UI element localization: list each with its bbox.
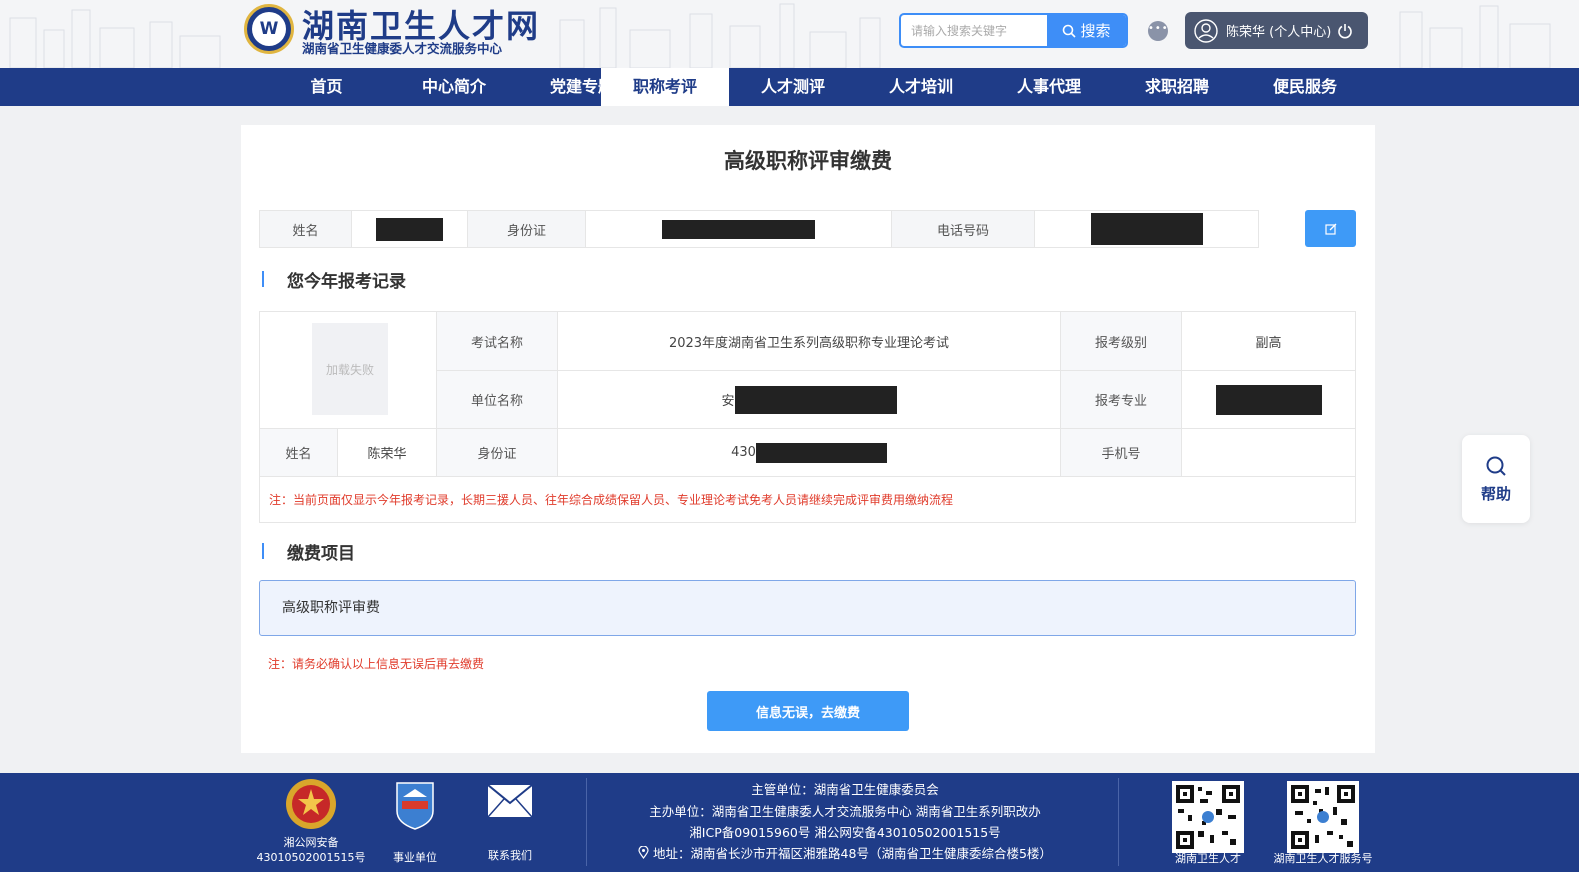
- location-pin-icon: [638, 845, 649, 859]
- record-name-label: 姓名: [260, 429, 338, 477]
- confirm-pay-button[interactable]: 信息无误，去缴费: [707, 691, 909, 731]
- contact-us-label: 联系我们: [488, 849, 532, 862]
- unit-value-prefix: 安: [721, 394, 735, 409]
- redacted-block: [376, 217, 443, 241]
- police-record-link[interactable]: 湘公网安备 43010502001515号: [256, 777, 366, 865]
- redacted-block: [1215, 384, 1322, 415]
- unit-value: 安: [558, 371, 1061, 429]
- public-institution-icon: [396, 782, 434, 830]
- logo-emblem-icon: W: [252, 12, 286, 46]
- record-id-prefix: 430: [731, 445, 756, 460]
- photo-cell: 加载失败: [260, 312, 437, 429]
- site-footer: 湘公网安备 43010502001515号 事业单位 联系我们 主管单位：湖南省…: [0, 773, 1579, 872]
- applicant-info-table: 姓名 身份证 电话号码: [259, 210, 1259, 248]
- fee-section-title: 缴费项目: [259, 539, 355, 564]
- exam-name-label: 考试名称: [437, 312, 558, 371]
- footer-divider: [586, 778, 587, 866]
- nav-item-about[interactable]: 中心简介: [390, 68, 518, 106]
- redacted-block: [734, 385, 897, 414]
- qr-label-service: 湖南卫生人才服务号: [1273, 852, 1373, 865]
- redacted-block: [662, 219, 815, 239]
- police-badge-icon: [286, 779, 336, 829]
- user-center-button[interactable]: 陈荣华 (个人中心): [1185, 12, 1368, 49]
- search-icon: [1063, 24, 1077, 38]
- info-phone-label: 电话号码: [892, 211, 1035, 247]
- unit-label: 单位名称: [437, 371, 558, 429]
- help-label: 帮助: [1480, 484, 1511, 503]
- help-button[interactable]: 帮助: [1462, 435, 1530, 523]
- qr-code-icon: [1291, 785, 1355, 849]
- power-icon[interactable]: [1337, 23, 1353, 39]
- user-name-label: 陈荣华 (个人中心): [1226, 25, 1332, 40]
- site-subtitle: 湖南省卫生健康委人才交流服务中心: [302, 41, 503, 56]
- mail-icon: [487, 784, 533, 818]
- qr-code-icon: [1176, 785, 1240, 849]
- site-logo[interactable]: W: [244, 4, 294, 54]
- qr-code-service: [1287, 781, 1359, 853]
- info-phone-value: [1035, 211, 1258, 247]
- footer-address: 地址：湖南省长沙市开福区湘雅路48号（湖南省卫生健康委综合楼5楼）: [595, 843, 1095, 862]
- applicant-photo: 加载失败: [312, 323, 388, 415]
- user-avatar-icon: [1194, 18, 1218, 43]
- police-label-line1: 湘公网安备: [283, 836, 339, 849]
- record-phone-label: 手机号: [1061, 429, 1182, 477]
- search-box: 搜索: [899, 13, 1128, 48]
- nav-item-recruitment[interactable]: 求职招聘: [1113, 68, 1241, 106]
- contact-us-link[interactable]: 联系我们: [480, 783, 540, 863]
- police-label-line2: 43010502001515号: [256, 851, 366, 864]
- search-button[interactable]: 搜索: [1047, 15, 1126, 46]
- record-note: 注：当前页面仅显示今年报考记录，长期三援人员、往年综合成绩保留人员、专业理论考试…: [269, 493, 954, 507]
- help-search-icon: [1486, 456, 1506, 476]
- nav-item-training[interactable]: 人才培训: [857, 68, 985, 106]
- level-label: 报考级别: [1061, 312, 1182, 371]
- record-id-label: 身份证: [437, 429, 558, 477]
- public-institution-label: 事业单位: [393, 851, 437, 864]
- redacted-block: [1090, 213, 1203, 245]
- record-phone-value: [1182, 429, 1355, 477]
- footer-icp[interactable]: 湘ICP备09015960号 湘公网安备43010502001515号: [595, 822, 1095, 841]
- footer-divider: [1118, 778, 1119, 866]
- footer-address-text: 地址：湖南省长沙市开福区湘雅路48号（湖南省卫生健康委综合楼5楼）: [653, 846, 1052, 861]
- edit-info-button[interactable]: [1305, 210, 1356, 247]
- level-value: 副高: [1182, 312, 1355, 371]
- record-name-value: 陈荣华: [338, 429, 437, 477]
- message-icon[interactable]: •••: [1148, 21, 1168, 41]
- fee-item-option[interactable]: 高级职称评审费: [259, 580, 1356, 636]
- redacted-block: [755, 442, 887, 463]
- info-name-label: 姓名: [260, 211, 352, 247]
- nav-item-title-evaluation[interactable]: 职称考评: [601, 68, 729, 106]
- fee-note: 注：请务必确认以上信息无误后再去缴费: [268, 657, 485, 671]
- main-nav: 首页 中心简介 党建专题 职称考评 人才测评 人才培训 人事代理 求职招聘 便民…: [0, 68, 1579, 106]
- info-id-value: [586, 211, 892, 247]
- search-button-label: 搜索: [1080, 22, 1111, 40]
- major-label: 报考专业: [1061, 371, 1182, 429]
- public-institution-link[interactable]: 事业单位: [385, 779, 445, 865]
- footer-supervisor: 主管单位：湖南省卫生健康委员会: [751, 782, 939, 797]
- qr-label-talent: 湖南卫生人才: [1175, 852, 1241, 865]
- footer-organizer: 主办单位：湖南省卫生健康委人才交流服务中心 湖南省卫生系列职改办: [649, 804, 1041, 819]
- site-header: W 湖南卫生人才网 湖南省卫生健康委人才交流服务中心 搜索 ••• 陈荣华 (个…: [0, 0, 1579, 68]
- major-value: [1182, 371, 1355, 429]
- exam-record-table: 加载失败 考试名称 2023年度湖南省卫生系列高级职称专业理论考试 报考级别 副…: [259, 311, 1356, 523]
- info-name-value: [352, 211, 468, 247]
- edit-icon: [1324, 223, 1336, 235]
- main-card: 高级职称评审缴费 姓名 身份证 电话号码 您今年报考记录 加载失败 考试名称 2…: [241, 125, 1375, 753]
- record-id-value: 430: [558, 429, 1061, 477]
- nav-item-services[interactable]: 便民服务: [1241, 68, 1369, 106]
- nav-item-personnel-agency[interactable]: 人事代理: [985, 68, 1113, 106]
- record-section-title: 您今年报考记录: [259, 267, 406, 292]
- info-id-label: 身份证: [468, 211, 586, 247]
- page-title: 高级职称评审缴费: [724, 149, 892, 173]
- nav-item-talent-assessment[interactable]: 人才测评: [729, 68, 857, 106]
- nav-item-home[interactable]: 首页: [263, 68, 390, 106]
- search-input[interactable]: [901, 15, 1049, 46]
- exam-name-value: 2023年度湖南省卫生系列高级职称专业理论考试: [558, 312, 1061, 371]
- qr-code-talent: [1172, 781, 1244, 853]
